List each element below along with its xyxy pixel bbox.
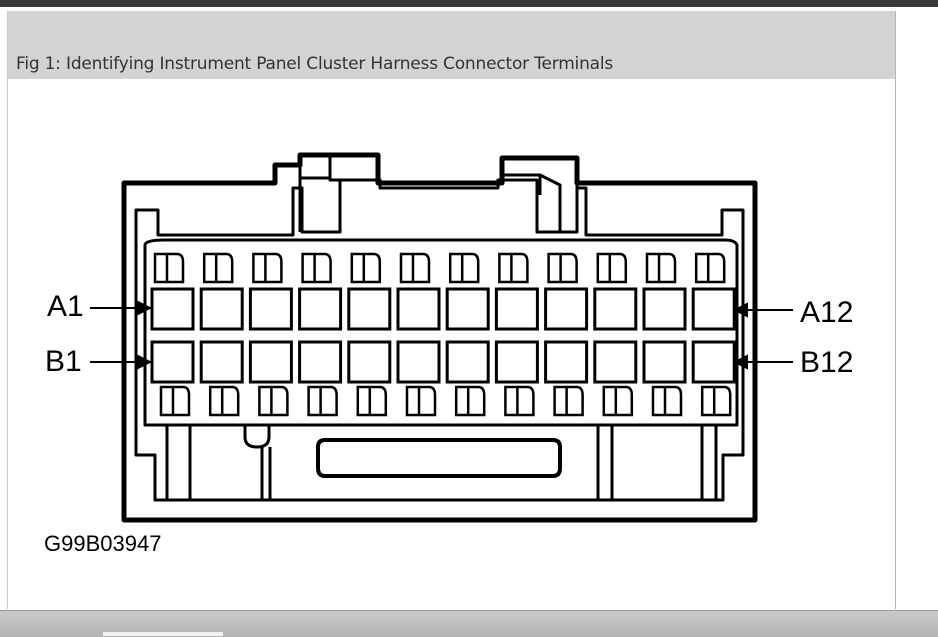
pin-lock-top-12 — [694, 252, 726, 284]
pin-row-top — [153, 252, 726, 284]
pin-lock-top-1 — [153, 252, 185, 284]
pin-lock-bottom-5 — [356, 385, 388, 417]
terminal-b9 — [544, 340, 589, 384]
terminal-a10 — [593, 287, 638, 331]
pin-lock-top-9 — [547, 252, 578, 284]
pin-lock-bottom-3 — [258, 385, 289, 417]
terminal-b10 — [593, 340, 638, 384]
pin-lock-bottom-1 — [159, 385, 191, 417]
label-a1: A1 — [47, 290, 84, 323]
pin-lock-top-4 — [301, 252, 332, 284]
pin-lock-top-8 — [498, 252, 529, 284]
key-notch — [243, 425, 271, 449]
leg-right — [596, 425, 718, 500]
terminal-b3 — [248, 340, 293, 384]
terminal-b11 — [642, 340, 687, 384]
terminal-grid — [150, 287, 736, 384]
terminal-b4 — [298, 340, 343, 384]
pin-lock-bottom-2 — [208, 385, 240, 417]
latch-left — [298, 155, 340, 232]
label-a12: A12 — [800, 296, 853, 329]
pin-lock-bottom-11 — [651, 385, 683, 417]
terminal-a4 — [298, 287, 343, 331]
pin-lock-bottom-8 — [504, 385, 535, 417]
label-b12: B12 — [800, 346, 853, 379]
terminal-a11 — [642, 287, 687, 331]
label-b1: B1 — [45, 345, 82, 378]
terminal-b2 — [199, 340, 244, 384]
figure-code: G99B03947 — [44, 531, 161, 556]
pin-lock-top-5 — [350, 252, 382, 284]
pin-lock-bottom-6 — [405, 385, 437, 417]
connector-diagram: A1 B1 A12 B12 G99B03947 — [44, 152, 853, 556]
pin-lock-bottom-12 — [700, 385, 732, 417]
pin-lock-bottom-4 — [307, 385, 338, 417]
terminal-b1 — [150, 340, 195, 384]
terminal-b6 — [396, 340, 441, 384]
terminal-a7 — [445, 287, 490, 331]
pin-lock-top-11 — [645, 252, 677, 284]
terminal-a3 — [248, 287, 293, 331]
pin-lock-top-6 — [399, 252, 431, 284]
terminal-a2 — [199, 287, 244, 331]
terminal-a8 — [494, 287, 539, 331]
connector-housing-outline — [121, 152, 758, 523]
pin-lock-bottom-7 — [454, 385, 486, 417]
terminal-b12 — [691, 340, 736, 384]
terminal-b7 — [445, 340, 490, 384]
terminal-b5 — [347, 340, 392, 384]
bottom-tab — [103, 632, 223, 636]
terminal-a1 — [150, 287, 195, 331]
terminal-b8 — [494, 340, 539, 384]
pin-lock-top-7 — [448, 252, 480, 284]
connector-inner-wall — [134, 178, 745, 502]
pin-lock-top-10 — [596, 252, 628, 284]
pin-row-bottom — [159, 385, 732, 417]
leg-left — [165, 425, 272, 500]
terminal-a12 — [691, 287, 736, 331]
pin-lock-top-3 — [252, 252, 283, 284]
pin-lock-bottom-9 — [553, 385, 584, 417]
pin-lock-top-2 — [202, 252, 234, 284]
pin-lock-bottom-10 — [602, 385, 634, 417]
latch-right — [500, 158, 579, 232]
terminal-a6 — [396, 287, 441, 331]
terminal-a5 — [347, 287, 392, 331]
key-slot — [316, 438, 562, 478]
terminal-a9 — [544, 287, 589, 331]
